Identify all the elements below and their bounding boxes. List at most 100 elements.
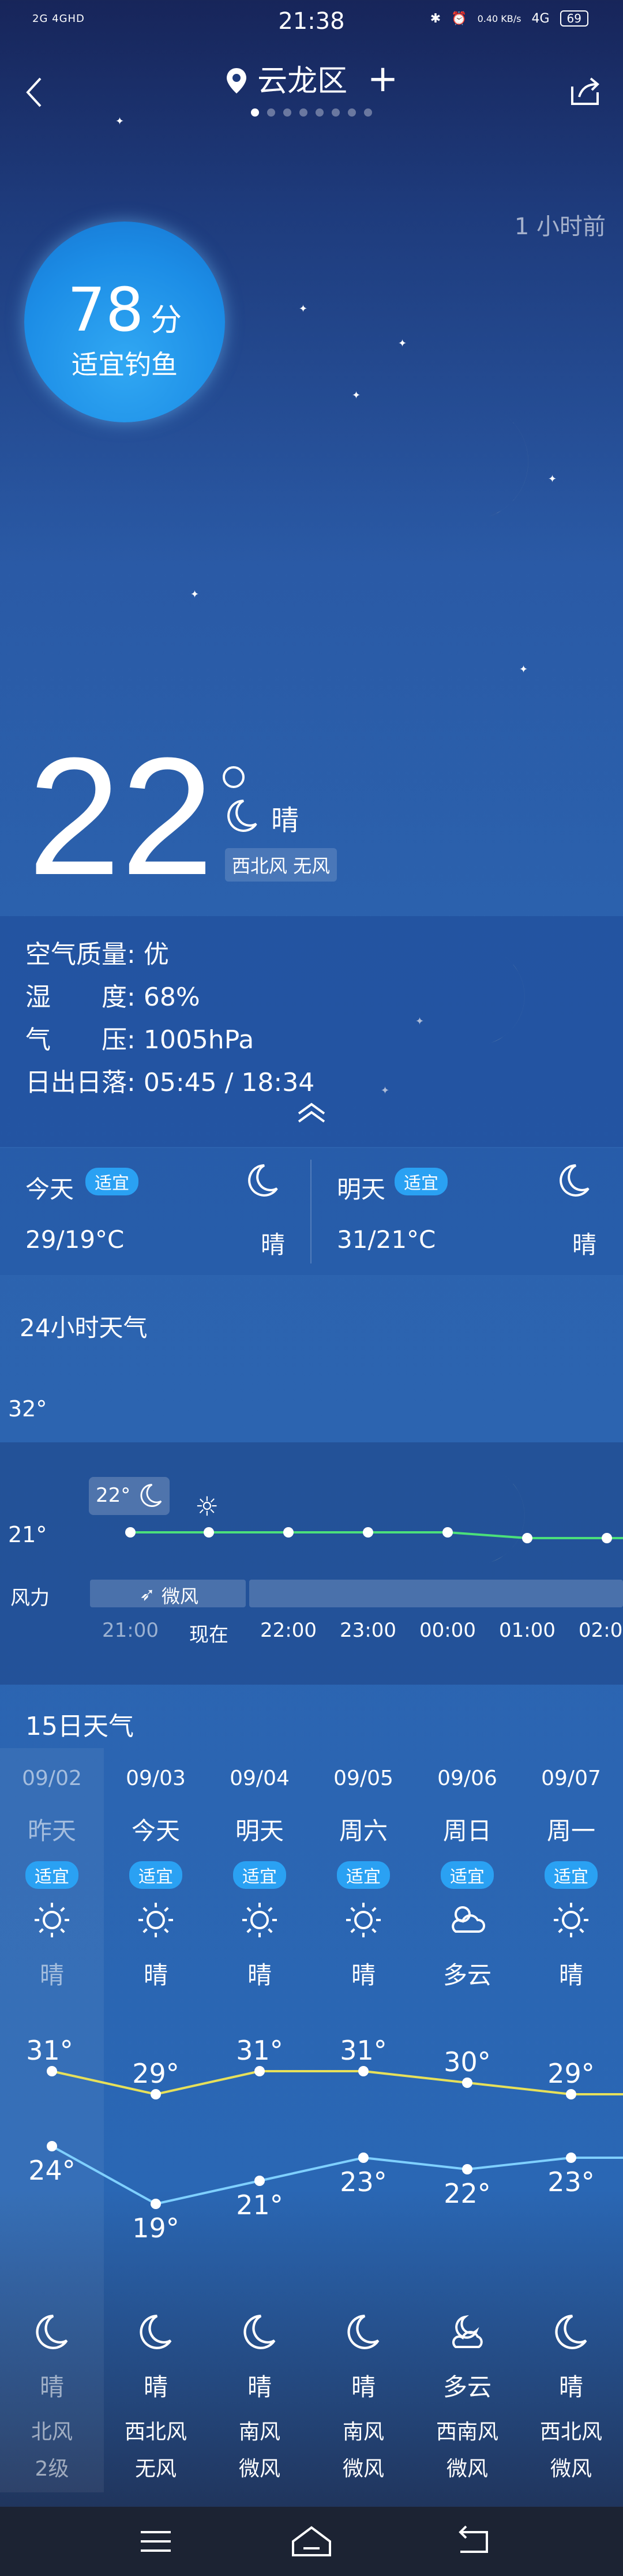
hourly-title: 24小时天气 bbox=[20, 1314, 148, 1342]
sun-icon bbox=[551, 1900, 591, 1940]
menu-icon[interactable] bbox=[133, 2524, 179, 2559]
tomorrow-badge: 适宜 bbox=[395, 1168, 448, 1195]
moon-icon bbox=[248, 1164, 278, 1197]
wind-bar-label: 微风 bbox=[162, 1585, 199, 1607]
daily-high-label: 31° bbox=[26, 2035, 73, 2066]
temperature-point bbox=[254, 2176, 265, 2186]
daily-high-label: 29° bbox=[132, 2058, 179, 2089]
tomorrow-desc: 晴 bbox=[572, 1231, 597, 1259]
daily-badge: 适宜 bbox=[233, 1861, 286, 1889]
tomorrow-card[interactable]: 明天 适宜 31/21°C 晴 bbox=[312, 1148, 622, 1275]
pressure-row: 气 压: 1005hPa bbox=[25, 1019, 254, 1056]
humidity-value: 68% bbox=[143, 983, 200, 1012]
hourly-time-label: 01:00 bbox=[499, 1619, 556, 1642]
daily-temperature-chart: 31° 24° 29° 19° 31° 21° 31° 23° 30° 22° 29° 23° bbox=[26, 2035, 623, 2238]
cloudy-night-icon bbox=[448, 2313, 487, 2353]
humidity-row: 湿 度: 68% bbox=[25, 976, 200, 1013]
daily-night-condition: 多云 bbox=[442, 2373, 491, 2401]
daily-weekday: 周一 bbox=[546, 1817, 595, 1845]
daily-low-label: 23° bbox=[340, 2166, 387, 2198]
daily-wind-level: 无风 bbox=[134, 2457, 177, 2481]
city-selector[interactable]: 云龙区 + bbox=[0, 57, 623, 100]
current-condition: 晴 bbox=[271, 804, 299, 837]
air-quality-value: 优 bbox=[143, 940, 169, 969]
daily-low-label: 24° bbox=[28, 2155, 76, 2186]
crescent-moon-icon-3 bbox=[453, 1471, 525, 1565]
moon-icon bbox=[551, 2313, 591, 2353]
daily-badge-wrap: 适宜 bbox=[312, 1861, 415, 1889]
daily-high-label: 31° bbox=[340, 2035, 387, 2066]
daily-day-condition: 晴 bbox=[351, 1961, 376, 1989]
today-badge: 适宜 bbox=[85, 1168, 138, 1195]
sun-icon bbox=[136, 1900, 175, 1940]
moon-icon bbox=[136, 2313, 175, 2353]
today-name: 今天 bbox=[25, 1175, 74, 1203]
daily-day-condition: 晴 bbox=[247, 1961, 272, 1989]
today-tomorrow-panel: 今天 适宜 29/19°C 晴 明天 适宜 31/21°C 晴 bbox=[0, 1148, 623, 1275]
daily-day-condition: 晴 bbox=[143, 1961, 168, 1989]
moon-icon bbox=[560, 1164, 590, 1197]
temperature-point bbox=[358, 2153, 369, 2163]
net-speed: 0.40 KB/s bbox=[477, 13, 521, 24]
wind-bar: ➶ 微风 bbox=[90, 1580, 246, 1607]
location-pin-icon bbox=[225, 64, 258, 99]
daily-night-condition: 晴 bbox=[143, 2373, 168, 2401]
share-button[interactable] bbox=[566, 73, 603, 110]
page-dot[interactable] bbox=[316, 108, 324, 117]
daily-date: 09/07 bbox=[541, 1767, 601, 1790]
daily-wind-direction: 西北风 bbox=[539, 2420, 602, 2444]
battery-icon: 69 bbox=[560, 10, 588, 27]
pressure-value: 1005hPa bbox=[143, 1025, 254, 1055]
page-dot[interactable] bbox=[364, 108, 372, 117]
daily-wind-direction: 西北风 bbox=[124, 2420, 187, 2444]
hourly-time-label: 23:00 bbox=[340, 1619, 396, 1642]
wind-force-label: 风力 bbox=[10, 1587, 50, 1610]
air-quality-row: 空气质量: 优 bbox=[25, 933, 169, 970]
page-dot[interactable] bbox=[348, 108, 356, 117]
daily-badge-wrap: 适宜 bbox=[104, 1861, 208, 1889]
daily-day-condition: 晴 bbox=[39, 1961, 64, 1989]
fishing-label: 适宜钓鱼 bbox=[72, 349, 178, 380]
daily-night-condition: 晴 bbox=[351, 2373, 376, 2401]
add-city-icon[interactable]: + bbox=[367, 58, 399, 100]
page-dot[interactable] bbox=[332, 108, 340, 117]
temperature-point bbox=[566, 2153, 576, 2163]
daily-wind-level: 微风 bbox=[238, 2457, 280, 2481]
daily-badge-wrap: 适宜 bbox=[519, 1861, 623, 1889]
hourly-y-top: 32° bbox=[8, 1396, 47, 1422]
hourly-time-label: 21:00 bbox=[102, 1619, 159, 1642]
page-dot[interactable] bbox=[299, 108, 307, 117]
fishing-score: 78 bbox=[67, 275, 144, 345]
back-nav-icon[interactable] bbox=[450, 2524, 496, 2559]
collapse-chevron-icon[interactable] bbox=[294, 1101, 329, 1124]
daily-badge: 适宜 bbox=[441, 1861, 494, 1889]
daily-day-condition: 晴 bbox=[558, 1961, 583, 1989]
page-dot[interactable] bbox=[251, 108, 259, 117]
daily-weekday: 明天 bbox=[235, 1817, 284, 1845]
daily-date: 09/04 bbox=[230, 1767, 290, 1790]
sun-icon: ☼ bbox=[195, 1491, 219, 1522]
hourly-temperature-line bbox=[125, 1527, 623, 1543]
humidity-label: 湿 度: bbox=[25, 983, 136, 1012]
sun-value: 05:45 / 18:34 bbox=[143, 1068, 315, 1097]
crescent-moon-icon-2 bbox=[453, 952, 525, 1046]
page-dot[interactable] bbox=[283, 108, 291, 117]
page-dot[interactable] bbox=[267, 108, 275, 117]
hourly-time-label: 02:00 bbox=[579, 1619, 623, 1642]
tomorrow-name: 明天 bbox=[337, 1175, 386, 1203]
sun-label: 日出日落: bbox=[25, 1068, 136, 1097]
page-indicator bbox=[0, 108, 623, 117]
air-quality-label: 空气质量: bbox=[25, 940, 136, 969]
crescent-moon-icon bbox=[444, 410, 528, 520]
temperature-point bbox=[47, 2066, 57, 2076]
home-icon[interactable] bbox=[288, 2524, 335, 2559]
today-card[interactable]: 今天 适宜 29/19°C 晴 bbox=[0, 1148, 310, 1275]
temperature-point bbox=[566, 2089, 576, 2099]
hourly-time-label: 22:00 bbox=[260, 1619, 317, 1642]
sun-icon bbox=[240, 1900, 279, 1940]
fishing-index-bubble[interactable]: 78 分 适宜钓鱼 bbox=[24, 222, 225, 422]
moon-icon bbox=[240, 2313, 279, 2353]
wind-bar bbox=[249, 1580, 623, 1607]
daily-night-condition: 晴 bbox=[39, 2373, 64, 2401]
daily-title: 15日天气 bbox=[25, 1712, 134, 1741]
